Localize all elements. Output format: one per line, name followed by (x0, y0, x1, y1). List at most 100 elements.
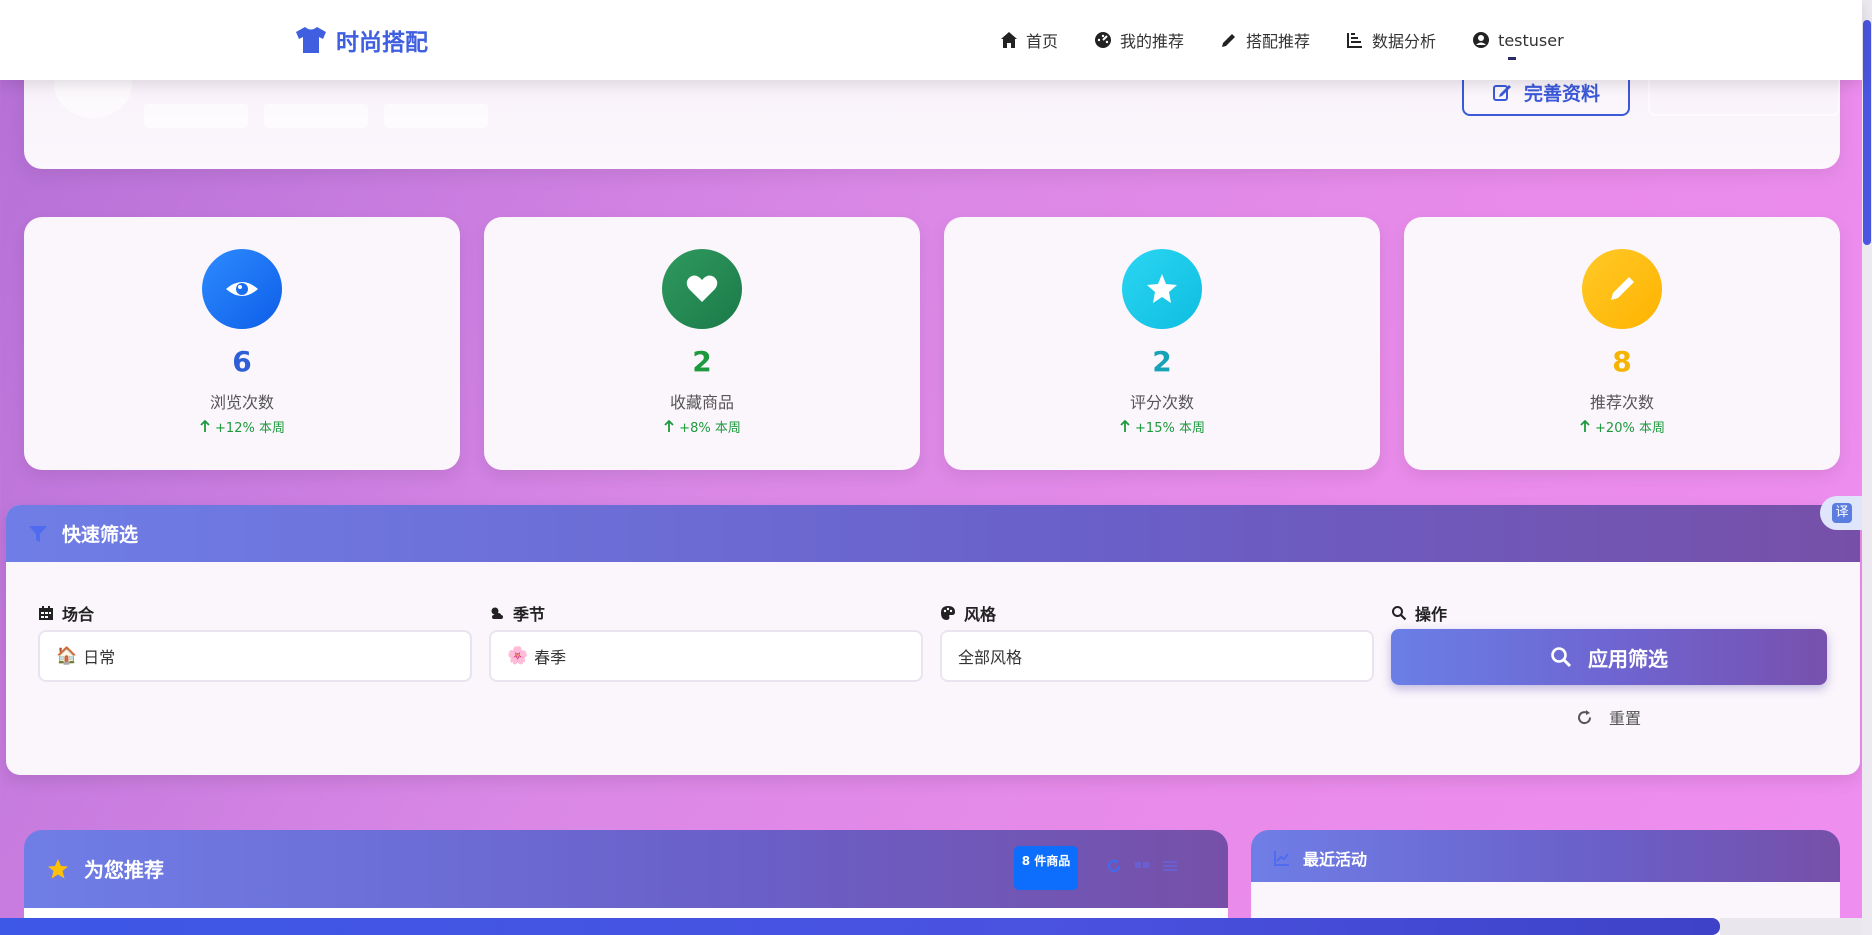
style-label: 风格 (940, 601, 996, 625)
nav-my-recommend[interactable]: 我的推荐 (1094, 26, 1184, 54)
edit-icon (1492, 85, 1511, 101)
stat-value: 2 (692, 345, 712, 378)
season-select[interactable]: 🌸 春季 (489, 630, 923, 682)
house-icon: 🏠 (56, 646, 78, 666)
home-icon (1001, 32, 1017, 48)
search-icon (1551, 647, 1572, 668)
style-label-text: 风格 (964, 605, 997, 624)
profile-tag (264, 104, 368, 128)
profile-tag (384, 104, 488, 128)
search-icon (1392, 606, 1407, 621)
stat-card-ratings: 2 评分次数 +15% 本周 (944, 217, 1380, 470)
stat-trend-text: +20% 本周 (1595, 421, 1665, 436)
pencil-icon (1611, 277, 1634, 300)
stat-icon-circle (1122, 249, 1202, 329)
star-icon (1147, 274, 1177, 303)
stat-trend: +12% 本周 (24, 417, 460, 436)
profile-tag (144, 104, 248, 128)
stat-label: 浏览次数 (209, 393, 274, 412)
stat-card-recommendations: 8 推荐次数 +20% 本周 (1404, 217, 1840, 470)
quick-filter-panel: 快速筛选 场合 🏠 日常 季节 🌸 春季 风格 全部风格 操作 应用筛选 重置 (6, 505, 1860, 775)
heart-icon (686, 275, 718, 302)
stat-label: 收藏商品 (669, 393, 734, 412)
nav-analytics-label: 数据分析 (1372, 32, 1437, 51)
top-navbar: 时尚搭配 首页 我的推荐 搭配推荐 数据分析 testuser (0, 0, 1862, 80)
stat-label: 评分次数 (1129, 393, 1194, 412)
star-icon (48, 858, 68, 878)
stat-card-favorites: 2 收藏商品 +8% 本周 (484, 217, 920, 470)
reset-button[interactable]: 重置 (1576, 705, 1641, 729)
stat-icon-circle (662, 249, 742, 329)
cloud-sun-icon (491, 607, 503, 619)
occasion-value: 日常 (83, 648, 116, 667)
stat-trend-text: +8% 本周 (679, 421, 741, 436)
flower-icon: 🌸 (507, 646, 529, 666)
arrow-up-icon (1580, 420, 1590, 432)
nav-outfit[interactable]: 搭配推荐 (1220, 26, 1310, 54)
stat-trend-text: +15% 本周 (1135, 421, 1205, 436)
apply-filter-button[interactable]: 应用筛选 (1391, 629, 1827, 685)
refresh-icon[interactable] (1106, 858, 1122, 874)
nav-outfit-label: 搭配推荐 (1246, 32, 1311, 51)
activity-header: 最近活动 (1273, 846, 1367, 870)
style-select[interactable]: 全部风格 (940, 630, 1374, 682)
stat-trend: +15% 本周 (944, 417, 1380, 436)
filter-header: 快速筛选 (6, 505, 1860, 562)
occasion-label: 场合 (38, 601, 94, 625)
pencil-icon (1222, 34, 1236, 47)
action-label: 操作 (1391, 601, 1447, 625)
tshirt-icon (296, 27, 326, 53)
translate-float-button[interactable]: 译 (1820, 496, 1864, 530)
stat-trend-text: +12% 本周 (215, 421, 285, 436)
style-value: 全部风格 (958, 648, 1023, 667)
eye-icon (226, 282, 258, 296)
season-label-text: 季节 (513, 605, 546, 624)
nav-home[interactable]: 首页 (1000, 26, 1058, 54)
stat-value: 8 (1612, 345, 1632, 378)
stat-label: 推荐次数 (1589, 393, 1654, 412)
season-label: 季节 (489, 601, 545, 625)
stat-card-views: 6 浏览次数 +12% 本周 (24, 217, 460, 470)
translate-icon: 译 (1832, 503, 1852, 523)
nav-user-label: testuser (1498, 30, 1564, 50)
nav-analytics[interactable]: 数据分析 (1346, 26, 1436, 54)
horizontal-scrollbar-track (1720, 918, 1872, 935)
season-value: 春季 (534, 648, 567, 667)
arrow-up-icon (664, 420, 674, 432)
occasion-label-text: 场合 (62, 605, 95, 624)
horizontal-scrollbar-thumb[interactable] (0, 918, 1720, 935)
recommend-header: 为您推荐 (46, 854, 164, 883)
user-circle-icon (1473, 32, 1490, 48)
recommend-title: 为您推荐 (84, 858, 164, 882)
complete-profile-label: 完善资料 (1523, 82, 1600, 105)
nav-home-label: 首页 (1026, 32, 1059, 51)
brand-name: 时尚搭配 (336, 30, 428, 56)
filter-icon (29, 525, 47, 542)
list-view-icon[interactable] (1162, 858, 1178, 874)
item-count-badge: 8 件商品 (1014, 846, 1078, 890)
grid-view-icon[interactable] (1134, 858, 1150, 874)
bar-chart-icon (1347, 33, 1363, 48)
dropdown-caret (1508, 57, 1516, 60)
occasion-select[interactable]: 🏠 日常 (38, 630, 472, 682)
stat-trend: +20% 本周 (1404, 417, 1840, 436)
palette-icon (941, 606, 955, 620)
recommend-controls (1106, 858, 1178, 874)
vertical-scrollbar-thumb[interactable] (1863, 20, 1871, 245)
stat-value: 6 (232, 345, 252, 378)
nav-user-menu[interactable]: testuser (1472, 26, 1564, 54)
refresh-icon (1578, 709, 1592, 724)
arrow-up-icon (1120, 420, 1130, 432)
stat-icon-circle (1582, 249, 1662, 329)
calendar-icon (39, 606, 53, 620)
stat-icon-circle (202, 249, 282, 329)
action-label-text: 操作 (1415, 605, 1448, 624)
stat-value: 2 (1152, 345, 1172, 378)
nav-my-recommend-label: 我的推荐 (1120, 32, 1185, 51)
stat-trend: +8% 本周 (484, 417, 920, 436)
activity-chart-icon (1274, 851, 1289, 866)
activity-title: 最近活动 (1303, 850, 1368, 869)
filter-title: 快速筛选 (62, 524, 139, 546)
brand-logo[interactable]: 时尚搭配 (294, 22, 428, 58)
dashboard-icon (1095, 32, 1112, 48)
